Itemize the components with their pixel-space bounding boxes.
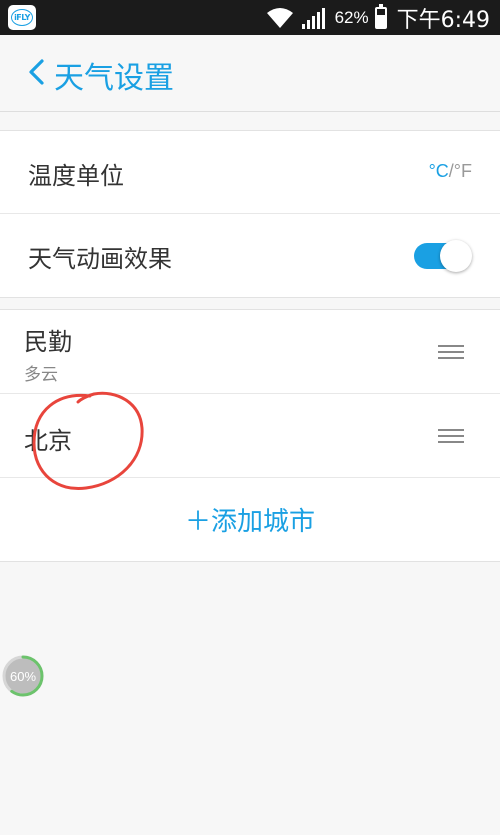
temperature-unit-row[interactable]: 温度单位 °C/°F [0, 131, 500, 214]
city-row[interactable]: 民勤 多云 [0, 310, 500, 394]
drag-handle-icon[interactable] [438, 429, 464, 443]
city-weather: 多云 [24, 365, 58, 385]
temperature-unit-label: 温度单位 [28, 162, 124, 190]
toggle-knob [440, 240, 472, 272]
add-city-label: ＋添加城市 [184, 507, 315, 537]
settings-card: 温度单位 °C/°F 天气动画效果 [0, 130, 500, 298]
progress-badge[interactable]: 60% [2, 655, 44, 697]
chevron-left-icon [29, 59, 44, 85]
weather-animation-row: 天气动画效果 [0, 214, 500, 297]
battery-percent: 62% [334, 7, 369, 27]
status-bar-right: 62% 下午6:49 [265, 0, 490, 35]
battery-fill [376, 15, 385, 27]
weather-animation-toggle[interactable] [412, 240, 472, 272]
drag-handle-icon[interactable] [438, 345, 464, 359]
status-bar: iFLY 62% 下午6:49 [0, 0, 500, 35]
wifi-icon [266, 7, 293, 28]
signal-icon [301, 7, 325, 29]
celsius-option[interactable]: °C [429, 161, 449, 181]
app-icon-text: iFLY [11, 9, 33, 26]
city-name: 民勤 [24, 328, 72, 356]
back-button[interactable] [22, 57, 52, 87]
annotation-circle [32, 391, 144, 491]
weather-animation-label: 天气动画效果 [28, 245, 172, 273]
fahrenheit-option[interactable]: °F [454, 161, 472, 181]
battery-icon [374, 3, 387, 29]
progress-text: 60% [9, 668, 37, 684]
page-title: 天气设置 [54, 61, 174, 96]
temperature-unit-selector[interactable]: °C/°F [429, 161, 472, 182]
app-notification-icon: iFLY [8, 5, 36, 30]
clock: 下午6:49 [396, 7, 490, 33]
title-bar: 天气设置 [0, 35, 500, 112]
